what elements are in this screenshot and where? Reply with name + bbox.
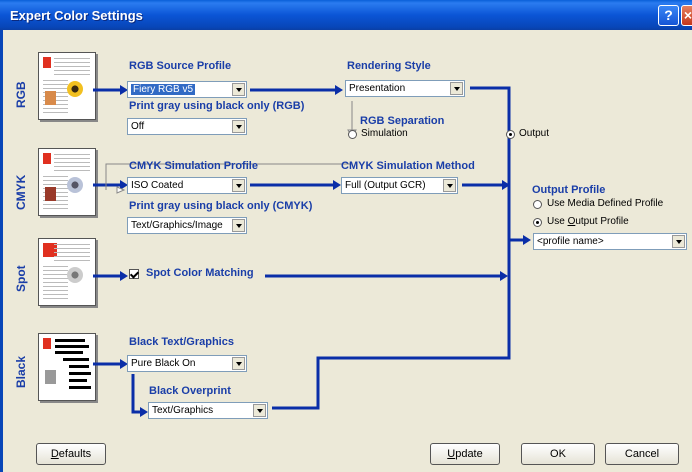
black-text-graphics-value: Pure Black On	[131, 358, 196, 369]
black-document-thumbnail	[38, 333, 96, 401]
fiery-logo-icon	[43, 338, 51, 349]
chevron-down-icon	[443, 179, 456, 192]
cmyk-simulation-method-value: Full (Output GCR)	[345, 180, 426, 191]
spot-document-thumbnail	[38, 238, 96, 306]
black-overprint-value: Text/Graphics	[152, 405, 214, 416]
chevron-down-icon	[232, 357, 245, 370]
use-output-profile-rest: utput Profile	[575, 216, 629, 227]
photo-icon	[45, 370, 56, 384]
window-title: Expert Color Settings	[10, 8, 143, 23]
rgb-source-profile-value: Fiery RGB v5	[131, 84, 196, 95]
text-lines-graphic	[54, 58, 90, 78]
chevron-down-icon	[253, 404, 266, 417]
cmyk-simulation-profile-select[interactable]: ISO Coated	[127, 177, 247, 194]
rendering-style-label: Rendering Style	[347, 60, 431, 72]
rgb-separation-label: RGB Separation	[360, 115, 445, 127]
use-media-defined-profile-label: Use Media Defined Profile	[547, 198, 664, 209]
chevron-down-icon	[232, 120, 245, 133]
use-output-profile-label: Use Output Profile	[547, 216, 629, 227]
rgb-document-thumbnail	[38, 52, 96, 120]
use-media-defined-profile-radio[interactable]	[533, 200, 542, 209]
text-lines-graphic	[54, 154, 90, 174]
expert-color-settings-dialog: Expert Color Settings ? × RGB CMYK Spot …	[0, 0, 692, 472]
ok-button[interactable]: OK	[521, 443, 595, 465]
defaults-button[interactable]: Defaults	[36, 443, 106, 465]
output-profile-label: Output Profile	[532, 184, 606, 196]
black-overprint-label: Black Overprint	[149, 385, 231, 397]
black-text-bar	[69, 379, 87, 382]
chevron-down-icon	[672, 235, 685, 248]
black-text-bar	[55, 351, 83, 354]
update-accel: U	[447, 448, 456, 460]
cmyk-print-gray-select[interactable]: Text/Graphics/Image	[127, 217, 247, 234]
cmyk-simulation-profile-label: CMYK Simulation Profile	[129, 160, 258, 172]
rgb-separation-simulation-label: Simulation	[361, 128, 408, 139]
row-label-rgb: RGB	[14, 81, 28, 108]
black-text-bar	[69, 372, 91, 375]
cmyk-print-gray-label: Print gray using black only (CMYK)	[129, 200, 313, 212]
image-icon	[67, 177, 83, 193]
photo-icon	[45, 91, 56, 105]
image-icon	[67, 267, 83, 283]
rgb-source-profile-select[interactable]: Fiery RGB v5	[127, 81, 247, 98]
black-text-bar	[55, 345, 89, 348]
chevron-down-icon	[232, 83, 245, 96]
cmyk-simulation-profile-value: ISO Coated	[131, 180, 184, 191]
rgb-separation-output-radio[interactable]	[506, 130, 515, 139]
rendering-style-select[interactable]: Presentation	[345, 80, 465, 97]
rgb-separation-output-label: Output	[519, 128, 550, 139]
sunflower-image-icon	[67, 81, 83, 97]
rgb-separation-simulation-radio[interactable]	[348, 130, 357, 139]
rendering-style-value: Presentation	[349, 83, 406, 94]
output-profile-select[interactable]: <profile name>	[533, 233, 687, 250]
spot-color-matching-checkbox[interactable]	[129, 269, 139, 279]
rgb-source-profile-label: RGB Source Profile	[129, 60, 232, 72]
rgb-print-gray-value: Off	[131, 121, 145, 132]
black-text-bar	[63, 358, 89, 361]
row-label-cmyk: CMYK	[14, 174, 28, 210]
spot-color-matching-label: Spot Color Matching	[146, 267, 254, 279]
cmyk-document-thumbnail	[38, 148, 96, 216]
update-button[interactable]: Update	[430, 443, 500, 465]
fiery-logo-icon	[43, 153, 51, 164]
fiery-logo-icon	[43, 57, 51, 68]
text-lines-graphic	[54, 244, 90, 264]
close-button[interactable]: ×	[681, 5, 692, 26]
black-text-bar	[69, 365, 89, 368]
text-lines-graphic	[43, 266, 68, 302]
black-text-bar	[69, 386, 91, 389]
chevron-down-icon	[232, 179, 245, 192]
black-text-graphics-label: Black Text/Graphics	[129, 336, 234, 348]
output-profile-value: <profile name>	[537, 236, 604, 247]
defaults-accel: D	[50, 448, 59, 460]
update-rest: pdate	[455, 448, 483, 460]
use-output-profile-prefix: Use	[547, 216, 568, 227]
use-output-profile-radio[interactable]	[533, 218, 542, 227]
row-label-spot: Spot	[14, 265, 28, 292]
chevron-down-icon	[232, 219, 245, 232]
black-text-bar	[55, 339, 85, 342]
black-text-graphics-select[interactable]: Pure Black On	[127, 355, 247, 372]
cmyk-print-gray-value: Text/Graphics/Image	[131, 220, 223, 231]
photo-icon	[45, 187, 56, 201]
help-button[interactable]: ?	[658, 5, 679, 26]
row-label-black: Black	[14, 355, 28, 388]
rgb-print-gray-select[interactable]: Off	[127, 118, 247, 135]
rgb-print-gray-label: Print gray using black only (RGB)	[129, 100, 305, 112]
cancel-button[interactable]: Cancel	[605, 443, 679, 465]
black-overprint-select[interactable]: Text/Graphics	[148, 402, 268, 419]
cmyk-simulation-method-label: CMYK Simulation Method	[341, 160, 475, 172]
title-bar: Expert Color Settings ? ×	[0, 0, 692, 30]
chevron-down-icon	[450, 82, 463, 95]
cmyk-simulation-method-select[interactable]: Full (Output GCR)	[341, 177, 458, 194]
defaults-rest: efaults	[58, 448, 92, 460]
